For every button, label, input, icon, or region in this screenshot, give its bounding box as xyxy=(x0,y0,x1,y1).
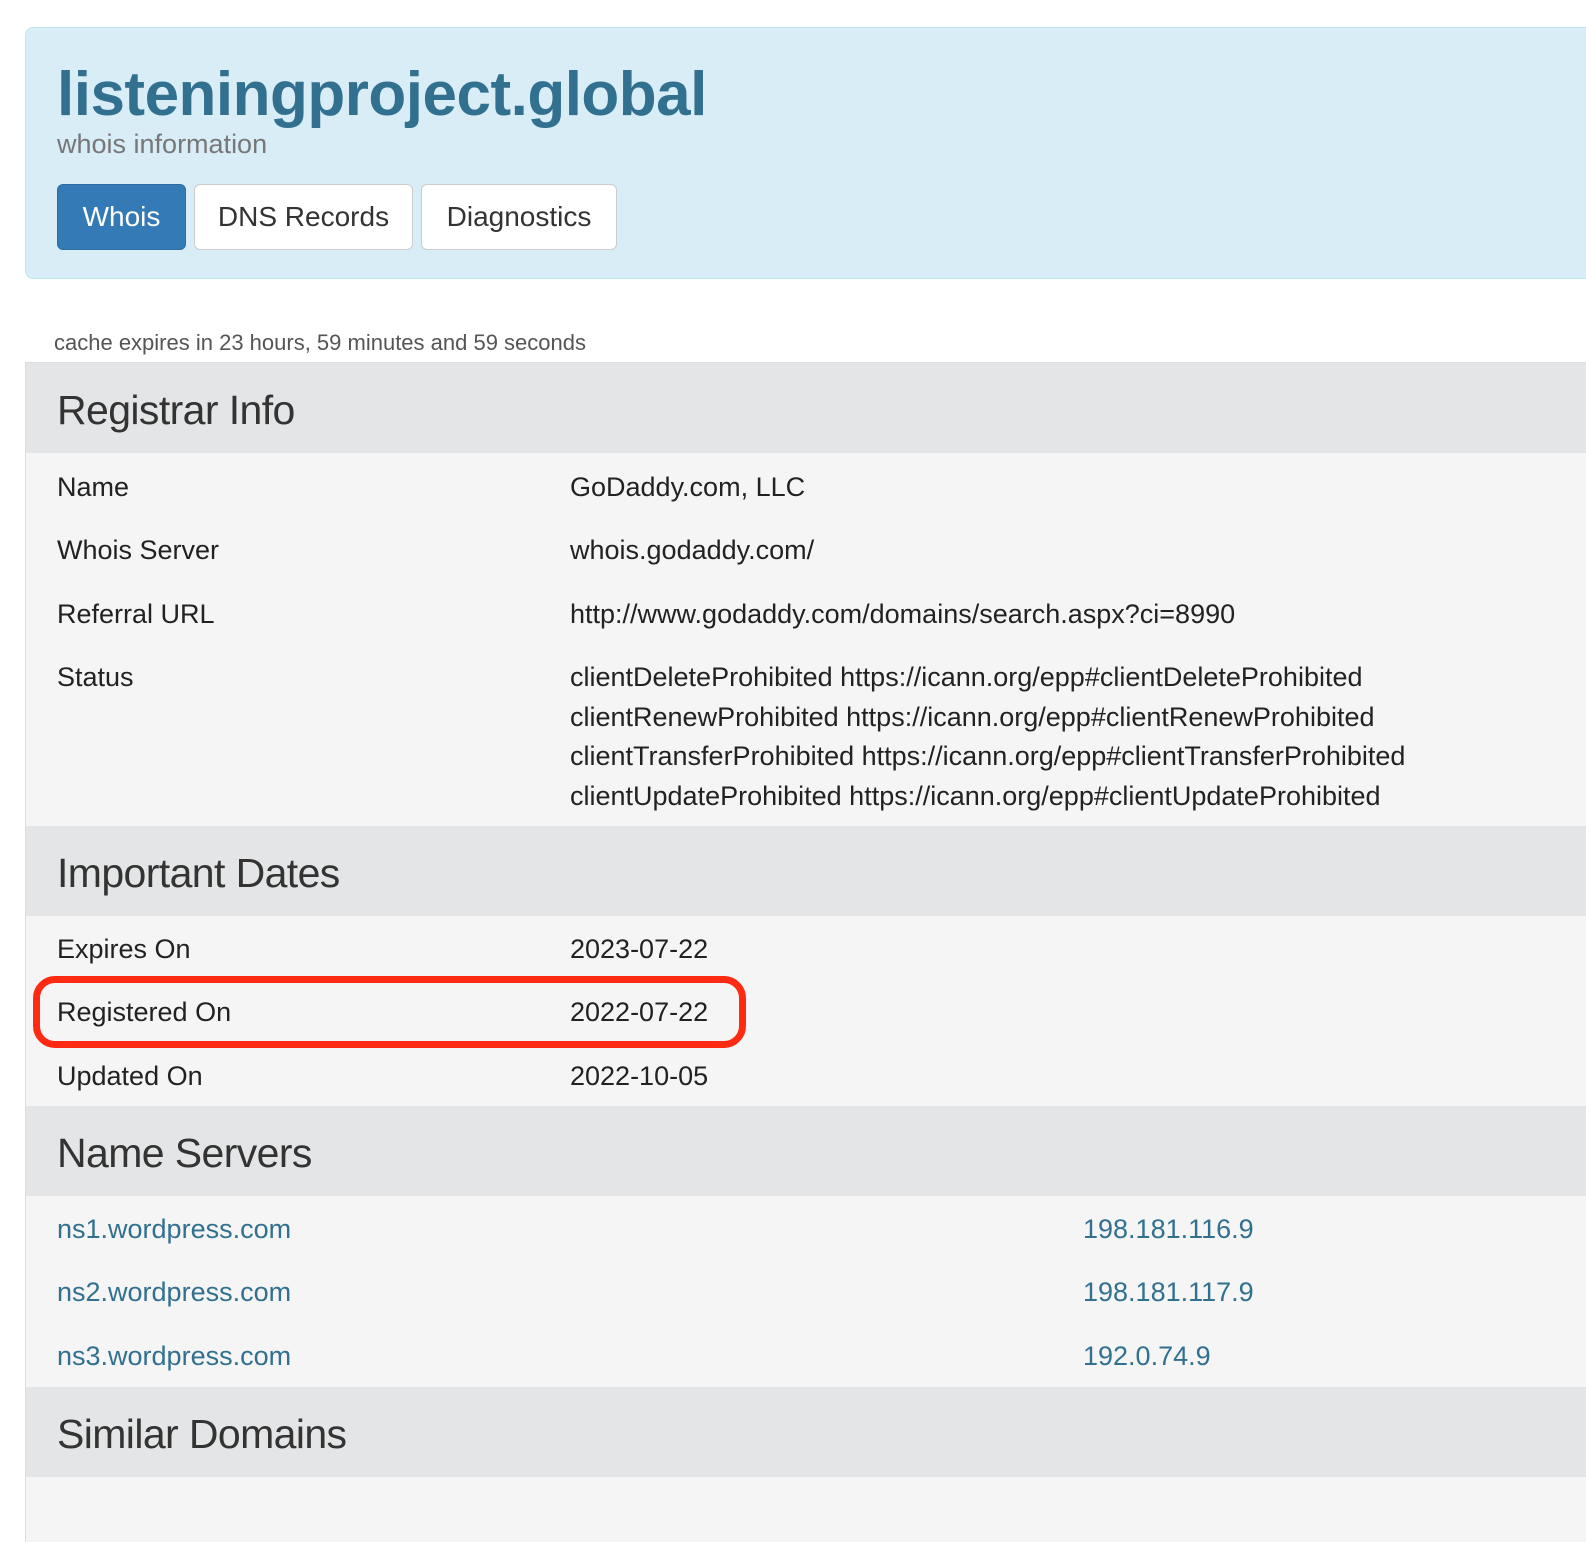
registrar-info-header: Registrar Info xyxy=(26,363,1586,453)
whois-panel: Registrar Info Name GoDaddy.com, LLC Who… xyxy=(25,362,1586,1542)
section-title: Similar Domains xyxy=(57,1411,347,1457)
section-title: Registrar Info xyxy=(57,387,295,433)
registrar-name-label: Name xyxy=(57,472,130,502)
name-server-ip-link[interactable]: 198.181.116.9 xyxy=(1083,1209,1254,1249)
referral-url-value: http://www.godaddy.com/domains/search.as… xyxy=(570,599,1236,629)
page-subtitle: whois information xyxy=(57,129,268,159)
registered-on-value: 2022-07-22 xyxy=(570,997,709,1027)
expires-on-value: 2023-07-22 xyxy=(570,934,709,964)
name-server-ip-link[interactable]: 198.181.117.9 xyxy=(1083,1272,1254,1312)
status-value: clientUpdateProhibited https://icann.org… xyxy=(570,781,1381,811)
page-title: listeningproject.global xyxy=(57,60,707,129)
tab-diagnostics[interactable]: Diagnostics xyxy=(421,184,617,250)
status-value: clientRenewProhibited https://icann.org/… xyxy=(570,702,1375,732)
section-title: Important Dates xyxy=(57,850,340,896)
domain-header: listeningproject.global whois informatio… xyxy=(25,27,1586,279)
whois-server-label: Whois Server xyxy=(57,535,220,565)
updated-on-label: Updated On xyxy=(57,1061,203,1091)
name-server-link[interactable]: ns1.wordpress.com xyxy=(57,1209,291,1249)
expires-on-label: Expires On xyxy=(57,934,191,964)
tab-whois[interactable]: Whois xyxy=(57,184,186,250)
referral-url-label: Referral URL xyxy=(57,599,215,629)
name-server-link[interactable]: ns3.wordpress.com xyxy=(57,1336,291,1376)
registered-on-label: Registered On xyxy=(57,997,232,1027)
status-label: Status xyxy=(57,662,134,692)
similar-domains-header: Similar Domains xyxy=(26,1387,1586,1477)
important-dates-header: Important Dates xyxy=(26,826,1586,916)
status-value: clientTransferProhibited https://icann.o… xyxy=(570,741,1406,771)
name-server-ip-link[interactable]: 192.0.74.9 xyxy=(1083,1336,1211,1376)
name-servers-header: Name Servers xyxy=(26,1106,1586,1196)
updated-on-value: 2022-10-05 xyxy=(570,1061,709,1091)
cache-expiry-note: cache expires in 23 hours, 59 minutes an… xyxy=(54,330,586,355)
name-server-link[interactable]: ns2.wordpress.com xyxy=(57,1272,291,1312)
tab-dns-records[interactable]: DNS Records xyxy=(194,184,413,250)
section-title: Name Servers xyxy=(57,1130,312,1176)
registrar-name-value: GoDaddy.com, LLC xyxy=(570,472,806,502)
whois-server-value: whois.godaddy.com/ xyxy=(570,535,815,565)
status-value: clientDeleteProhibited https://icann.org… xyxy=(570,662,1363,692)
